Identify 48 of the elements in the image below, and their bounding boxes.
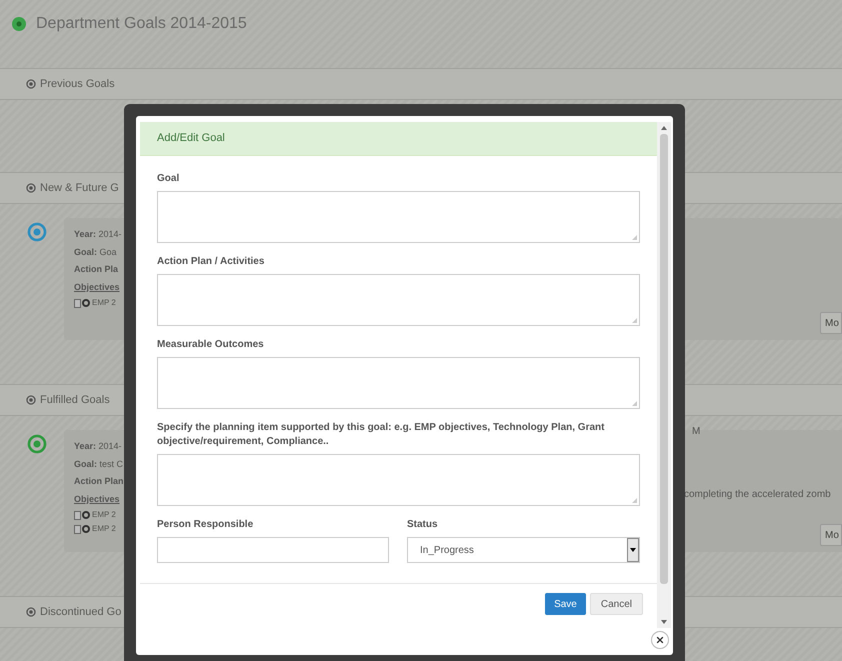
section-header[interactable]: Previous Goals (0, 68, 842, 100)
expand-icon (26, 607, 36, 617)
objectives-link[interactable]: Objectives (74, 280, 120, 294)
text-area[interactable] (157, 454, 640, 506)
dialog-header: Add/Edit Goal (140, 122, 657, 156)
expand-icon (26, 79, 36, 89)
status-select[interactable]: In_Progress (407, 537, 640, 563)
scroll-up-icon[interactable] (661, 126, 667, 130)
goal-detail: Goal: test C (74, 458, 124, 470)
field-label: Person Responsible (157, 518, 254, 532)
goal-detail: Action Plan (74, 475, 124, 488)
resize-handle-icon[interactable] (632, 401, 637, 406)
field-label: Status (407, 518, 439, 532)
scroll-down-icon[interactable] (661, 620, 667, 624)
objectives-link[interactable]: Objectives (74, 492, 120, 506)
scrollbar[interactable] (657, 122, 671, 628)
status-icon (12, 17, 26, 31)
text-area[interactable] (157, 274, 640, 326)
document-icon (74, 298, 81, 308)
field-label: Goal (157, 172, 180, 186)
text-area[interactable] (157, 357, 640, 409)
objective-item: EMP 2 (92, 524, 116, 534)
resize-handle-icon[interactable] (632, 318, 637, 323)
field-label: Measurable Outcomes (157, 338, 265, 352)
goal-detail: Year: 2014- (74, 440, 122, 453)
field-label: Specify the planning item supported by this goal: e.g. EMP objectives, Technology Plan, Grant objective/requirement, Compliance.. (157, 421, 606, 449)
goal-detail: Goal: Goa (74, 246, 117, 258)
resize-handle-icon[interactable] (632, 498, 637, 503)
objective-item: EMP 2 (92, 510, 116, 520)
resize-handle-icon[interactable] (632, 235, 637, 240)
cancel-button[interactable]: Cancel (590, 593, 643, 615)
goal-date: M (692, 425, 700, 439)
text-input[interactable] (157, 537, 389, 563)
expand-icon (26, 395, 36, 405)
goal-detail: Year: 2014- (74, 228, 122, 241)
text-area[interactable] (157, 191, 640, 243)
objective-item: EMP 2 (92, 298, 116, 308)
goal-detail: Action Pla (74, 263, 118, 276)
more-button[interactable]: Mo (820, 312, 842, 334)
page-title: Department Goals 2014-2015 (36, 14, 247, 34)
more-button[interactable]: Mo (820, 524, 842, 546)
dropdown-icon (627, 538, 639, 562)
close-icon (655, 635, 665, 645)
goal-description: completing the accelerated zomb (684, 488, 831, 502)
close-button[interactable] (651, 631, 669, 649)
field-label: Action Plan / Activities (157, 255, 266, 269)
save-button[interactable]: Save (545, 593, 586, 615)
expand-icon (26, 183, 36, 193)
